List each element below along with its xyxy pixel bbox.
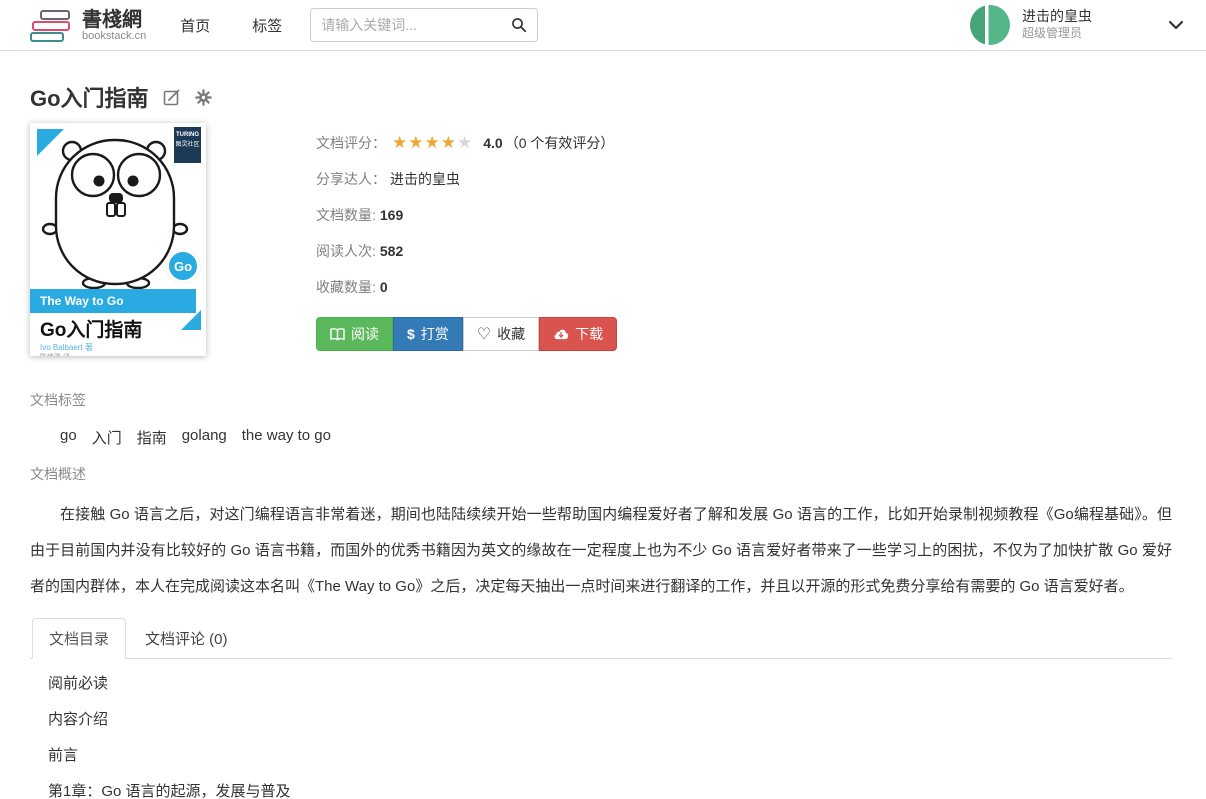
star-icon: ★ (441, 133, 457, 153)
search-icon (511, 17, 527, 33)
page-title: Go入门指南 (30, 81, 149, 113)
cloud-download-icon (553, 328, 569, 340)
edit-icon (163, 88, 181, 106)
doc-count-row: 文档数量: 169 (316, 197, 617, 233)
star-icon: ★ (425, 133, 441, 153)
read-button[interactable]: 阅读 (316, 317, 393, 351)
star-icon: ★ (408, 133, 424, 153)
toc-item[interactable]: 阅前必读 (48, 664, 1172, 700)
read-count-row: 阅读人次: 582 (316, 233, 617, 269)
book-stack-icon (30, 9, 72, 42)
search-box (310, 8, 538, 42)
gear-icon (195, 89, 212, 106)
go-logo-circle: Go (166, 249, 200, 283)
tab-comments[interactable]: 文档评论 (0) (128, 618, 245, 659)
overview-section-title: 文档概述 (30, 464, 1172, 484)
avatar[interactable] (970, 5, 1010, 45)
cover-corner-decoration (181, 310, 201, 330)
user-role: 超级管理员 (1022, 25, 1092, 42)
cover-banner: The Way to Go (30, 289, 196, 313)
dollar-icon: $ (407, 326, 415, 342)
download-button[interactable]: 下载 (539, 317, 617, 351)
read-count-value: 582 (380, 243, 403, 259)
book-cover[interactable]: TURING 图灵社区 (30, 123, 206, 356)
fav-count-row: 收藏数量: 0 (316, 269, 617, 305)
reward-button[interactable]: $ 打赏 (393, 317, 463, 351)
tags-section-title: 文档标签 (30, 390, 1172, 410)
overview-text: 在接触 Go 语言之后，对这门编程语言非常着迷，期间也陆陆续续开始一些帮助国内编… (30, 497, 1172, 605)
chevron-down-icon (1168, 20, 1184, 30)
user-menu-toggle[interactable] (1168, 20, 1184, 30)
rating-label: 文档评分： (316, 133, 386, 153)
toc-list: 阅前必读 内容介绍 前言 第1章：Go 语言的起源，发展与普及 第2章：安装与运… (30, 664, 1172, 799)
rating-score: 4.0 (483, 135, 502, 151)
main-nav: 首页 标签 (180, 15, 282, 36)
sharer-row: 分享达人： 进击的皇虫 (316, 161, 617, 197)
sharer-value: 进击的皇虫 (390, 169, 460, 189)
site-header: 書棧網 bookstack.cn 首页 标签 进击的皇虫 超级管理员 (0, 0, 1206, 51)
search-input[interactable] (321, 17, 511, 33)
search-button[interactable] (511, 17, 527, 33)
toc-item[interactable]: 第1章：Go 语言的起源，发展与普及 (48, 772, 1172, 799)
site-logo[interactable]: 書棧網 bookstack.cn (30, 8, 146, 42)
user-name: 进击的皇虫 (1022, 8, 1092, 25)
tag-item[interactable]: go (60, 427, 77, 448)
rating-row: 文档评分： ★ ★ ★ ★ ★ 4.0 （0 个有效评分） (316, 125, 617, 161)
toc-item[interactable]: 前言 (48, 736, 1172, 772)
cover-title: Go入门指南 (40, 315, 142, 342)
star-rating: ★ ★ ★ ★ ★ (392, 133, 473, 153)
toc-item[interactable]: 内容介绍 (48, 700, 1172, 736)
tab-toc[interactable]: 文档目录 (32, 618, 126, 659)
tag-item[interactable]: the way to go (242, 427, 331, 448)
cover-translator: 陈佳骅 译 (40, 352, 70, 356)
tag-item[interactable]: golang (182, 427, 227, 448)
rating-note: （0 个有效评分） (505, 133, 615, 153)
fav-count-value: 0 (380, 279, 388, 295)
star-icon: ★ (457, 133, 473, 153)
tab-bar: 文档目录 文档评论 (0) (30, 618, 1172, 659)
logo-title: 書棧網 (82, 8, 146, 30)
star-icon: ★ (392, 133, 408, 153)
tag-item[interactable]: 入门 (92, 427, 122, 448)
book-icon (330, 328, 345, 341)
settings-button[interactable] (195, 89, 212, 106)
tag-item[interactable]: 指南 (137, 427, 167, 448)
nav-home[interactable]: 首页 (180, 15, 210, 36)
nav-tags[interactable]: 标签 (252, 15, 282, 36)
collect-button[interactable]: ♡ 收藏 (463, 317, 539, 351)
logo-domain: bookstack.cn (82, 30, 146, 42)
heart-icon: ♡ (477, 324, 491, 344)
main-content: Go 入门指南 (0, 81, 1206, 799)
action-buttons: 阅读 $ 打赏 ♡ 收藏 下载 (316, 317, 617, 351)
edit-book-button[interactable] (163, 88, 181, 106)
doc-count-value: 169 (380, 207, 403, 223)
tag-list: go 入门 指南 golang the way to go (30, 427, 1172, 448)
